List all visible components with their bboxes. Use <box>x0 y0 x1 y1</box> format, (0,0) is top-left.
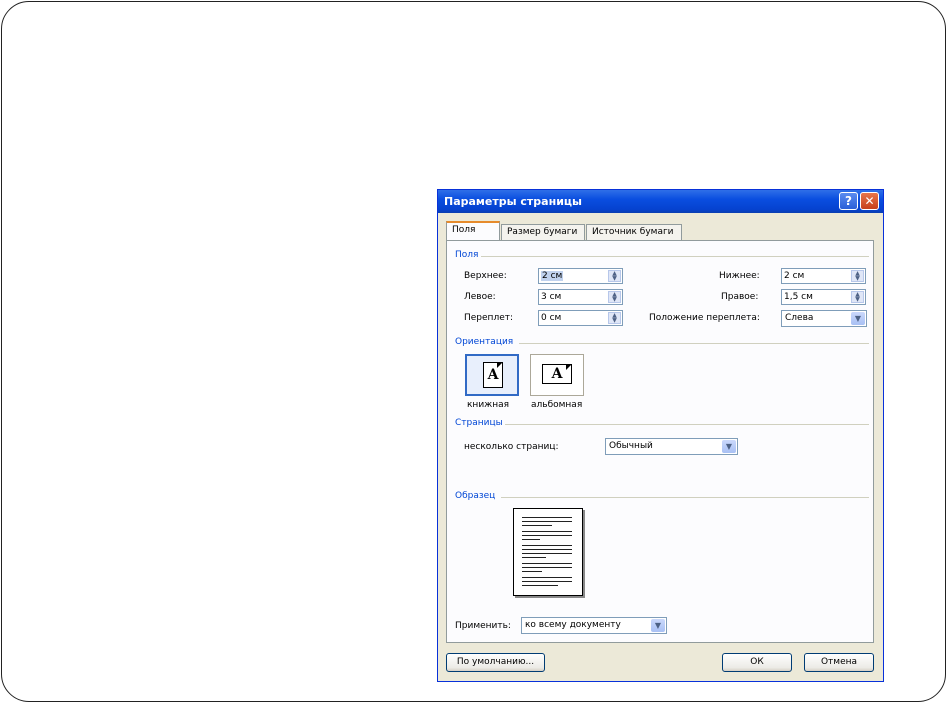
orientation-group-title: Ориентация <box>455 337 514 347</box>
dialog-titlebar[interactable]: Параметры страницы ? ✕ <box>438 190 883 213</box>
gutter-label: Переплет: <box>464 313 514 323</box>
right-margin-label: Правое: <box>721 292 759 302</box>
portrait-label[interactable]: книжная <box>467 400 509 410</box>
top-margin-label: Верхнее: <box>464 271 507 281</box>
top-margin-value[interactable]: 2 см <box>541 271 564 281</box>
pages-group-title: Страницы <box>455 418 503 428</box>
tab-paper-size-label: Размер бумаги <box>507 227 578 237</box>
cancel-button[interactable]: Отмена <box>804 653 874 672</box>
tab-panel-margins: Поля Верхнее: 2 см ▲ ▼ Нижнее: 2 см ▲ ▼ Ле… <box>446 240 874 643</box>
right-margin-spinner[interactable]: 1,5 см ▲ ▼ <box>781 289 866 305</box>
left-margin-value[interactable]: 3 см <box>541 292 561 302</box>
multiple-pages-label: несколько страниц: <box>464 442 559 452</box>
preview-group-divider <box>501 497 869 498</box>
portrait-page-icon: A <box>483 362 503 388</box>
dialog-title: Параметры страницы <box>444 195 583 208</box>
pages-group-divider <box>505 424 869 425</box>
landscape-icon-letter: A <box>551 366 563 382</box>
default-button[interactable]: По умолчанию... <box>446 653 545 672</box>
chevron-down-icon[interactable]: ▼ <box>651 619 665 632</box>
tab-margins[interactable]: Поля <box>446 221 500 240</box>
page-setup-dialog: Параметры страницы ? ✕ Поля Размер бумаг… <box>437 189 884 682</box>
preview-page-thumbnail <box>513 508 583 596</box>
gutter-spinner[interactable]: 0 см ▲ ▼ <box>538 310 623 326</box>
top-margin-spin-arrows-icon[interactable]: ▲ ▼ <box>608 270 621 282</box>
landscape-label[interactable]: альбомная <box>531 400 582 410</box>
orientation-group-divider <box>519 343 869 344</box>
apply-to-label: Применить: <box>455 621 511 631</box>
landscape-page-icon: A <box>542 364 572 384</box>
bottom-margin-spinner[interactable]: 2 см ▲ ▼ <box>781 268 866 284</box>
top-margin-spinner[interactable]: 2 см ▲ ▼ <box>538 268 623 284</box>
bottom-margin-value[interactable]: 2 см <box>784 271 804 281</box>
chevron-down-icon[interactable]: ▼ <box>851 312 865 325</box>
tab-paper-size[interactable]: Размер бумаги <box>501 224 585 240</box>
portrait-button[interactable]: A <box>465 354 519 396</box>
preview-group-title: Образец <box>455 491 496 501</box>
left-margin-label: Левое: <box>464 292 496 302</box>
gutter-position-value: Слева <box>785 313 814 323</box>
multiple-pages-value: Обычный <box>609 441 653 451</box>
portrait-icon-letter: A <box>487 367 499 383</box>
apply-to-select[interactable]: ко всему документу ▼ <box>521 617 667 634</box>
multiple-pages-select[interactable]: Обычный ▼ <box>605 438 738 455</box>
help-button[interactable]: ? <box>839 192 858 210</box>
right-margin-spin-arrows-icon[interactable]: ▲ ▼ <box>851 291 864 303</box>
gutter-position-label: Положение переплета: <box>649 313 760 323</box>
margins-group-title: Поля <box>455 250 479 260</box>
chevron-down-icon[interactable]: ▼ <box>722 440 736 453</box>
tab-margins-label: Поля <box>452 225 476 235</box>
gutter-value[interactable]: 0 см <box>541 313 561 323</box>
gutter-position-select[interactable]: Слева ▼ <box>781 310 867 327</box>
close-button[interactable]: ✕ <box>860 192 879 210</box>
tab-paper-source[interactable]: Источник бумаги <box>586 224 682 240</box>
landscape-button[interactable]: A <box>530 354 584 396</box>
apply-to-value: ко всему документу <box>525 620 621 630</box>
ok-button[interactable]: ОК <box>722 653 792 672</box>
margins-group-divider <box>481 256 869 257</box>
left-margin-spinner[interactable]: 3 см ▲ ▼ <box>538 289 623 305</box>
gutter-spin-arrows-icon[interactable]: ▲ ▼ <box>608 312 621 324</box>
bottom-margin-label: Нижнее: <box>719 271 760 281</box>
tab-paper-source-label: Источник бумаги <box>592 227 674 237</box>
right-margin-value[interactable]: 1,5 см <box>784 292 813 302</box>
left-margin-spin-arrows-icon[interactable]: ▲ ▼ <box>608 291 621 303</box>
bottom-margin-spin-arrows-icon[interactable]: ▲ ▼ <box>851 270 864 282</box>
